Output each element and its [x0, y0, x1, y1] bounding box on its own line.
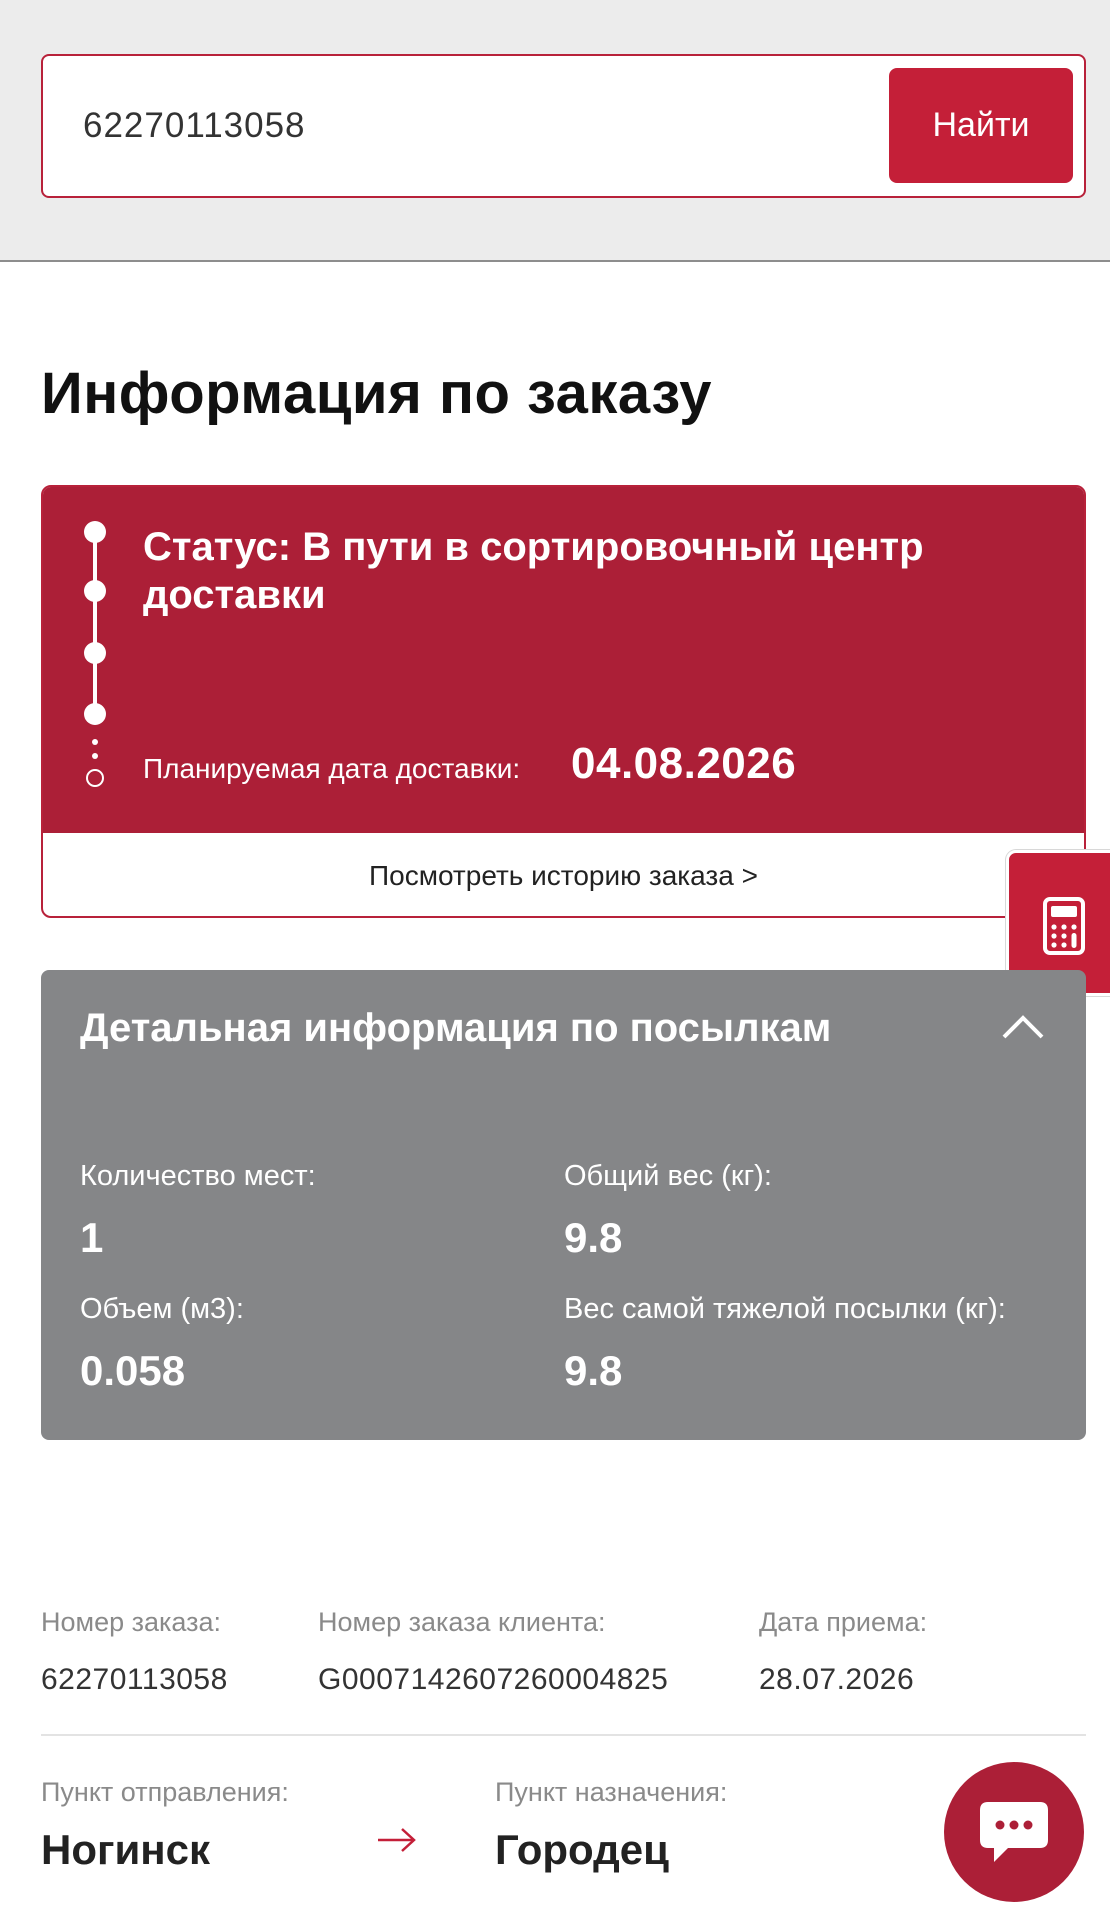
- client-order-label: Номер заказа клиента:: [318, 1607, 606, 1637]
- status-text: Статус: В пути в сортировочный центр дос…: [143, 525, 924, 617]
- order-number-value: 62270113058: [41, 1663, 228, 1696]
- chat-button[interactable]: [944, 1762, 1084, 1902]
- parcel-details-card: Детальная информация по посылкам Количес…: [41, 970, 1086, 1440]
- departure-city: Ногинск: [41, 1826, 211, 1873]
- places-value: 1: [80, 1214, 104, 1261]
- timeline-icon: [81, 521, 109, 791]
- volume-label: Объем (м3):: [80, 1293, 244, 1325]
- chat-icon: [980, 1802, 1048, 1862]
- places-label: Количество мест:: [80, 1160, 316, 1192]
- divider: [41, 1734, 1086, 1736]
- status-panel: Статус: В пути в сортировочный центр дос…: [43, 487, 1084, 833]
- destination-city: Городец: [495, 1826, 669, 1873]
- total-weight-label: Общий вес (кг):: [564, 1160, 772, 1192]
- status-card: Статус: В пути в сортировочный центр дос…: [41, 485, 1086, 918]
- total-weight-value: 9.8: [564, 1214, 623, 1261]
- parcel-details-title[interactable]: Детальная информация по посылкам: [80, 1006, 831, 1051]
- destination-label: Пункт назначения:: [495, 1777, 728, 1807]
- heaviest-parcel-value: 9.8: [564, 1347, 623, 1394]
- order-number-label: Номер заказа:: [41, 1607, 222, 1637]
- client-order-value: G0007142607260004825: [318, 1663, 669, 1696]
- planned-date-value: 04.08.2026: [571, 739, 797, 788]
- arrow-right-icon: [378, 1828, 416, 1852]
- departure-label: Пункт отправления:: [41, 1777, 289, 1807]
- accept-date-label: Дата приема:: [759, 1607, 928, 1637]
- volume-value: 0.058: [80, 1347, 186, 1394]
- accept-date-value: 28.07.2026: [759, 1663, 915, 1696]
- search-input[interactable]: [83, 96, 783, 156]
- search-section: Найти: [0, 0, 1110, 262]
- heaviest-parcel-label: Вес самой тяжелой посылки (кг):: [564, 1293, 1006, 1325]
- chevron-up-icon[interactable]: [1001, 1012, 1045, 1040]
- search-box: Найти: [41, 54, 1086, 198]
- order-history-link[interactable]: Посмотреть историю заказа >: [43, 833, 1084, 916]
- search-button[interactable]: Найти: [889, 68, 1073, 183]
- page-title: Информация по заказу: [41, 361, 712, 426]
- calculator-icon: [1043, 897, 1085, 955]
- planned-date-label: Планируемая дата доставки:: [143, 753, 521, 784]
